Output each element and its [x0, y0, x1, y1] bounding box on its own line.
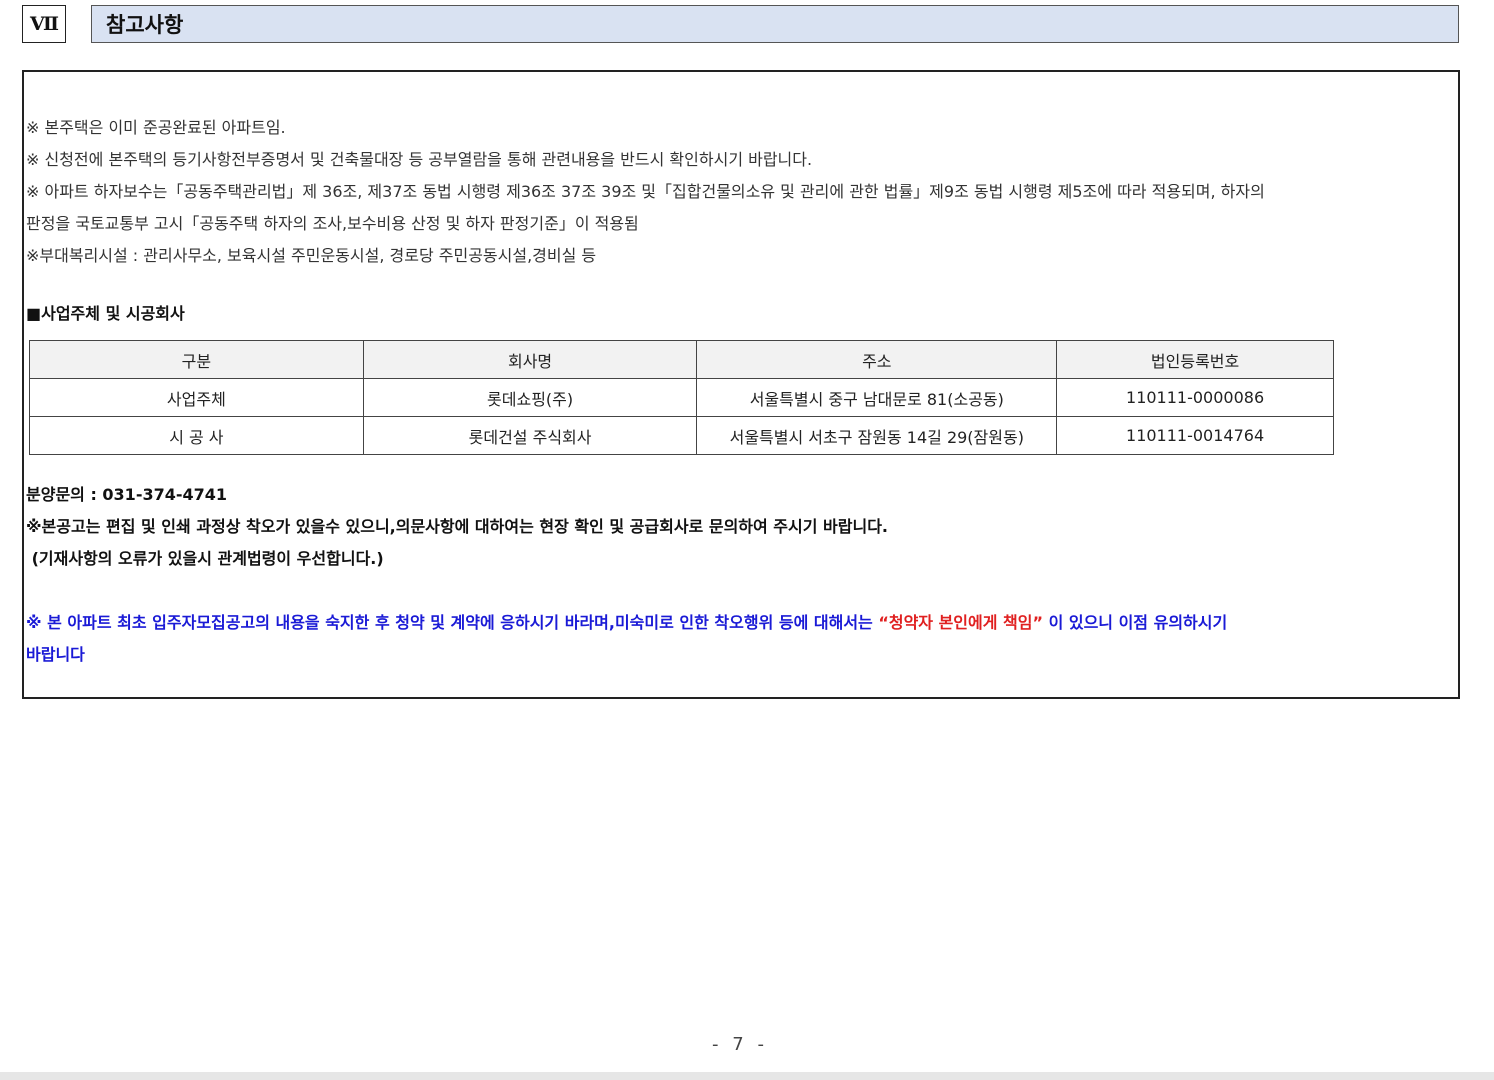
column-header-address: 주소	[696, 340, 1058, 379]
cell-address: 서울특별시 중구 남대문로 81(소공동)	[696, 378, 1058, 417]
disclaimer-editing: ※본공고는 편집 및 인쇄 과정상 착오가 있을수 있으니,의문사항에 대하여는…	[26, 517, 888, 536]
company-table-header: 구분 회사명 주소 법인등록번호	[29, 340, 1334, 379]
reference-notes-box: ※ 본주택은 이미 준공완료된 아파트임. ※ 신청전에 본주택의 등기사항전부…	[22, 70, 1460, 699]
disclaimer-law-priority: (기재사항의 오류가 있을시 관계법령이 우선합니다.)	[26, 549, 384, 568]
warning-notice: ※ 본 아파트 최초 입주자모집공고의 내용을 숙지한 후 청약 및 계약에 응…	[26, 613, 1227, 633]
cell-registration-number: 110111-0000086	[1056, 378, 1334, 417]
warning-text: ※ 본 아파트 최초 입주자모집공고의 내용을 숙지한 후 청약 및 계약에 응…	[26, 613, 879, 632]
bottom-edge	[0, 1072, 1494, 1080]
warning-notice-cont: 바랍니다	[26, 645, 85, 664]
note-defect-repair-cont: 판정을 국토교통부 고시「공동주택 하자의 조사,보수비용 산정 및 하자 판정…	[26, 214, 639, 233]
section-title: 참고사항	[91, 5, 1459, 43]
column-header-registration-number: 법인등록번호	[1056, 340, 1334, 379]
note-completed: ※ 본주택은 이미 준공완료된 아파트임.	[26, 118, 286, 137]
note-facilities: ※부대복리시설 : 관리사무소, 보육시설 주민운동시설, 경로당 주민공동시설…	[26, 246, 597, 265]
company-table: 구분 회사명 주소 법인등록번호 사업주체 롯데쇼핑(주) 서울특별시 중구 남…	[29, 340, 1334, 455]
column-header-company-name: 회사명	[362, 340, 698, 379]
note-defect-repair: ※ 아파트 하자보수는「공동주택관리법」제 36조, 제37조 동법 시행령 제…	[26, 182, 1265, 201]
cell-registration-number: 110111-0014764	[1056, 416, 1334, 455]
table-row: 사업주체 롯데쇼핑(주) 서울특별시 중구 남대문로 81(소공동) 11011…	[29, 378, 1334, 417]
cell-company-name: 롯데쇼핑(주)	[362, 378, 698, 417]
cell-division: 시 공 사	[29, 416, 364, 455]
cell-company-name: 롯데건설 주식회사	[362, 416, 698, 455]
cell-address: 서울특별시 서초구 잠원동 14길 29(잠원동)	[696, 416, 1058, 455]
cell-division: 사업주체	[29, 378, 364, 417]
company-section-heading: ■사업주체 및 시공회사	[26, 304, 185, 323]
note-registry-check: ※ 신청전에 본주택의 등기사항전부증명서 및 건축물대장 등 공부열람을 통해…	[26, 150, 813, 169]
warning-highlight: “청약자 본인에게 책임”	[878, 613, 1043, 632]
table-row: 시 공 사 롯데건설 주식회사 서울특별시 서초구 잠원동 14길 29(잠원동…	[29, 416, 1334, 455]
sales-inquiry: 분양문의 : 031-374-4741	[26, 485, 228, 504]
section-number: Ⅶ	[22, 5, 66, 43]
warning-text-end: 이 있으니 이점 유의하시기	[1043, 613, 1228, 632]
column-header-division: 구분	[29, 340, 364, 379]
page-number: - 7 -	[712, 1034, 768, 1055]
